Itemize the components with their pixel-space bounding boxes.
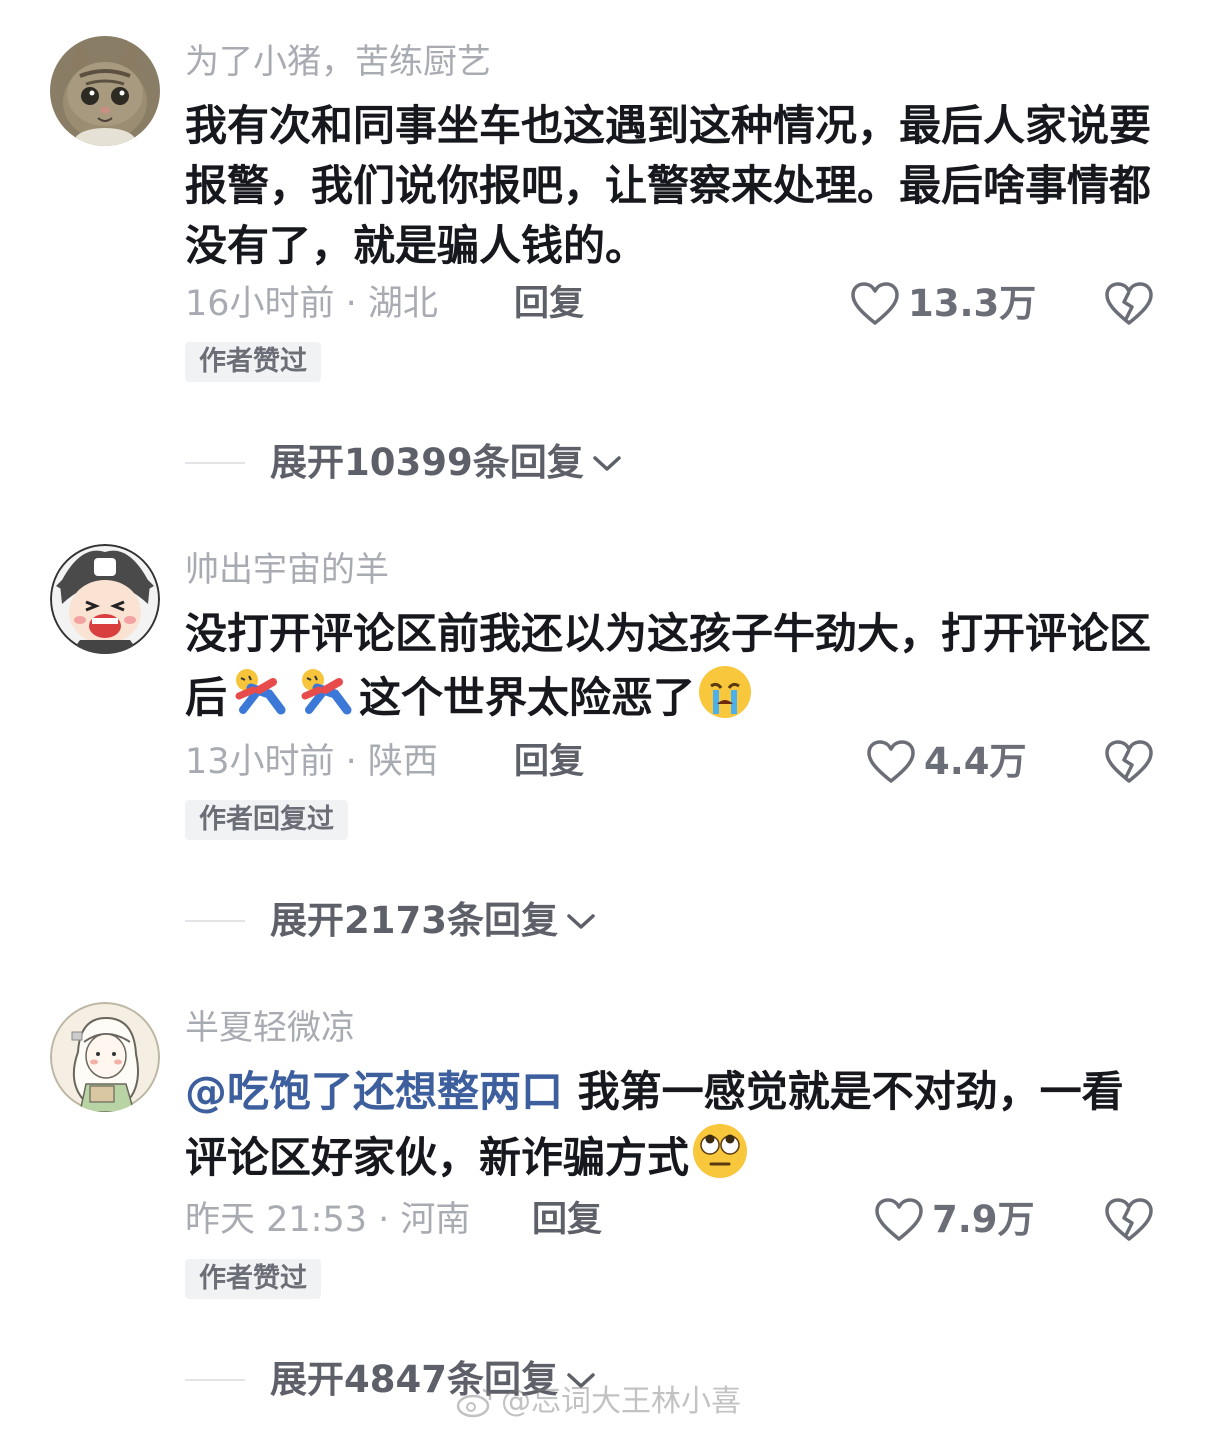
reply-button[interactable]: 回复 <box>514 284 584 324</box>
heart-icon <box>867 740 915 783</box>
comment-text: @吃饱了还想整两口 我第一感觉就是不对劲，一看评论区好家伙，新诈骗方式 <box>185 1062 1160 1196</box>
time-location: 13小时前 · 陕西 <box>185 742 438 782</box>
author-badge: 作者回复过 <box>185 800 348 840</box>
username[interactable]: 为了小猪，苦练厨艺 <box>185 42 491 82</box>
dislike-button[interactable] <box>1104 1197 1154 1247</box>
like-count: 13.3万 <box>908 282 1037 325</box>
avatar[interactable] <box>50 1002 160 1112</box>
time-location: 16小时前 · 湖北 <box>185 284 438 324</box>
expand-replies[interactable]: 展开2173条回复 <box>185 899 598 943</box>
dislike-button[interactable] <box>1104 739 1154 789</box>
heart-icon <box>875 1198 923 1241</box>
weibo-icon <box>456 1388 492 1418</box>
comment-text: 我有次和同事坐车也这遇到这种情况，最后人家说要报警，我们说你报吧，让警察来处理。… <box>185 101 1152 270</box>
username[interactable]: 帅出宇宙的羊 <box>185 550 389 590</box>
author-badge: 作者赞过 <box>185 1259 321 1299</box>
author-badge: 作者赞过 <box>185 342 321 382</box>
expand-label: 展开10399条回复 <box>270 441 584 484</box>
like-button[interactable]: 7.9万 <box>874 1197 1035 1243</box>
rolling-eyes-emoji <box>691 1122 749 1196</box>
heart-icon <box>851 282 899 325</box>
broken-heart-icon <box>1105 282 1153 325</box>
comment-text: 没打开评论区前我还以为这孩子牛劲大，打开评论区后 这个世界太险恶了 <box>185 604 1160 736</box>
like-count: 4.4万 <box>924 740 1027 783</box>
broken-heart-icon <box>1105 1198 1153 1241</box>
crying-emoji <box>697 664 753 736</box>
avatar[interactable] <box>50 36 160 146</box>
like-button[interactable]: 13.3万 <box>850 281 1036 327</box>
username[interactable]: 半夏轻微凉 <box>185 1008 355 1048</box>
chevron-down-icon <box>592 456 621 471</box>
expand-replies[interactable]: 展开10399条回复 <box>185 441 624 485</box>
divider <box>185 462 245 464</box>
chevron-down-icon <box>567 914 595 929</box>
reply-button[interactable]: 回复 <box>514 742 584 782</box>
broken-heart-icon <box>1105 740 1153 783</box>
like-count: 7.9万 <box>932 1198 1035 1241</box>
divider <box>185 1379 245 1381</box>
reply-button[interactable]: 回复 <box>532 1200 602 1240</box>
time-location: 昨天 21:53 · 河南 <box>185 1200 471 1240</box>
fall-emoji <box>229 666 291 736</box>
like-button[interactable]: 4.4万 <box>866 739 1027 785</box>
fall-emoji <box>295 666 357 736</box>
watermark-text: @忘词大王林小喜 <box>501 1384 741 1419</box>
divider <box>185 920 245 922</box>
expand-label: 展开2173条回复 <box>270 899 558 942</box>
dislike-button[interactable] <box>1104 281 1154 331</box>
watermark: @忘词大王林小喜 <box>455 1382 741 1422</box>
comment-text-part: 这个世界太险恶了 <box>359 673 696 722</box>
avatar[interactable] <box>50 544 160 654</box>
illustrated-girl-avatar-image <box>50 1002 160 1112</box>
mention-link[interactable]: @吃饱了还想整两口 <box>185 1067 563 1116</box>
cartoon-avatar-image <box>50 544 160 654</box>
cat-avatar-image <box>50 36 160 146</box>
